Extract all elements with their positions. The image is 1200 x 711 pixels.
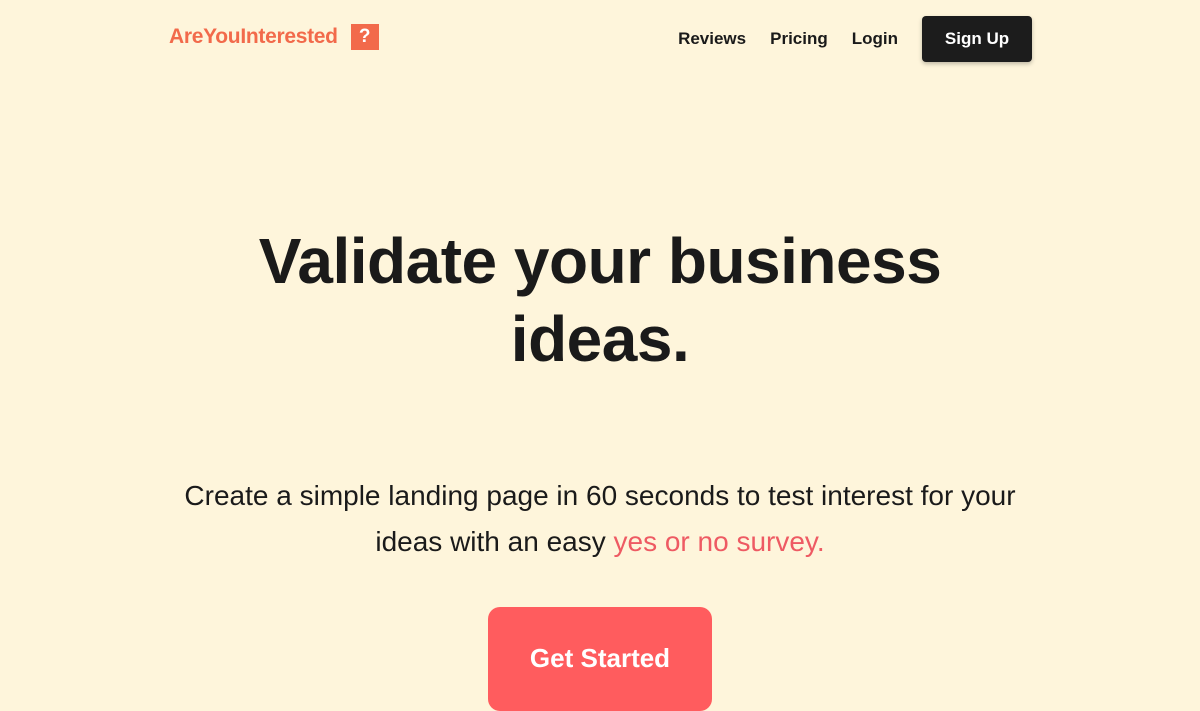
hero-title-line-1: Validate your business bbox=[258, 225, 942, 297]
top-navbar: AreYouInterested ? Reviews Pricing Login… bbox=[0, 0, 1200, 78]
hero-subtitle: Create a simple landing page in 60 secon… bbox=[150, 473, 1050, 565]
hero-title-line-2: ideas. bbox=[510, 303, 690, 375]
nav-link-login[interactable]: Login bbox=[852, 29, 898, 49]
get-started-button[interactable]: Get Started bbox=[488, 607, 712, 711]
brand-logo[interactable]: AreYouInterested ? bbox=[169, 24, 379, 50]
hero-subtitle-text: Create a simple landing page in 60 secon… bbox=[184, 480, 1016, 557]
nav-links: Reviews Pricing Login Sign Up bbox=[678, 16, 1032, 62]
hero-subtitle-accent: yes or no survey. bbox=[613, 526, 825, 557]
sign-up-button[interactable]: Sign Up bbox=[922, 16, 1032, 62]
nav-link-reviews[interactable]: Reviews bbox=[678, 29, 746, 49]
question-mark-icon: ? bbox=[350, 24, 379, 50]
nav-link-pricing[interactable]: Pricing bbox=[770, 29, 828, 49]
brand-name[interactable]: AreYouInterested bbox=[169, 25, 338, 49]
hero-title: Validate your business ideas. bbox=[150, 222, 1050, 378]
